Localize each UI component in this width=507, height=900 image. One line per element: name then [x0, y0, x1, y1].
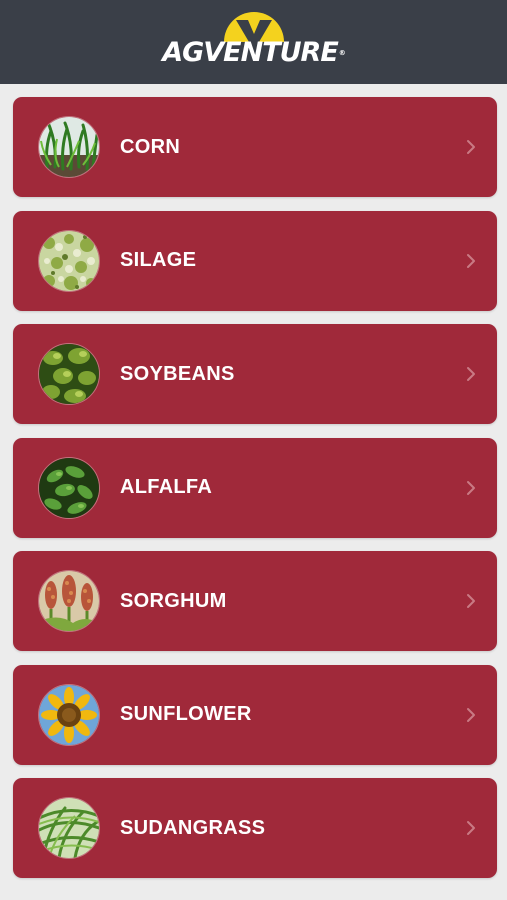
chevron-right-icon	[467, 480, 475, 495]
item-label: SUNFLOWER	[120, 703, 252, 725]
corn-thumbnail	[38, 116, 100, 178]
sudangrass-thumbnail	[38, 797, 100, 859]
item-label: CORN	[120, 135, 181, 158]
brand-name: AGVENTURE®	[162, 37, 346, 68]
list-item-sudangrass[interactable]: SUDANGRASS	[13, 778, 497, 878]
list-item-alfalfa[interactable]: ALFALFA	[13, 437, 497, 538]
soybeans-thumbnail	[38, 343, 100, 405]
sunflower-thumbnail	[38, 683, 100, 746]
item-label: SILAGE	[120, 249, 197, 271]
chevron-right-icon	[467, 707, 475, 722]
item-label: ALFALFA	[120, 476, 213, 498]
item-label: SOYBEANS	[120, 362, 235, 385]
chevron-right-icon	[467, 821, 475, 835]
list-item-sorghum[interactable]: SORGHUM	[13, 551, 497, 651]
list-item-sunflower[interactable]: SUNFLOWER	[13, 664, 497, 765]
list-item-soybeans[interactable]: SOYBEANS	[13, 324, 497, 424]
agventure-logo: AGVENTURE®	[0, 8, 507, 68]
item-label: SUDANGRASS	[120, 816, 266, 839]
chevron-right-icon	[467, 253, 475, 268]
sorghum-thumbnail	[38, 570, 100, 632]
silage-thumbnail	[38, 229, 100, 292]
alfalfa-thumbnail	[38, 456, 100, 519]
list-item-corn[interactable]: CORN	[13, 97, 497, 197]
list-item-silage[interactable]: SILAGE	[13, 210, 497, 311]
crop-list: CORN SILAGE SOYBEANS ALFALFA SORGHUM SUN…	[0, 84, 507, 878]
item-label: SORGHUM	[120, 589, 227, 612]
chevron-right-icon	[467, 367, 475, 381]
app-header: AGVENTURE®	[0, 0, 507, 84]
chevron-right-icon	[467, 140, 475, 154]
chevron-right-icon	[467, 594, 475, 608]
